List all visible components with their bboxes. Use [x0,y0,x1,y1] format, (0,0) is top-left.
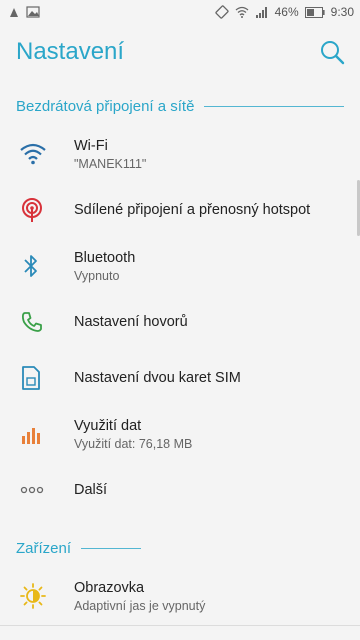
bluetooth-icon [20,253,52,279]
settings-item-dual-sim[interactable]: Nastavení dvou karet SIM [0,350,360,406]
item-summary: Vypnuto [74,268,120,283]
search-icon [321,41,345,65]
wifi-status-icon [235,6,249,18]
item-label: Bluetooth [74,249,136,266]
battery-icon [304,6,325,18]
item-label: Obrazovka [74,579,145,596]
divider [204,105,344,107]
page-title: Nastavení [16,38,125,65]
status-bar: 46% 9:30 [0,0,360,24]
section-title: Zařízení [16,539,72,557]
item-label: Využití dat [74,417,142,434]
section-title: Bezdrátová připojení a sítě [16,97,195,115]
settings-item-bluetooth[interactable]: Bluetooth Vypnuto [0,238,360,294]
divider [81,547,142,549]
item-label: Další [74,482,108,498]
phone-icon [20,310,52,334]
settings-item-more[interactable]: Další [0,462,360,518]
item-summary: Využití dat: 76,18 MB [74,436,193,451]
image-icon [26,6,40,18]
notification-icon [10,8,18,17]
data-usage-icon [20,423,52,445]
clock: 9:30 [330,5,354,19]
item-label: Nastavení hovorů [74,314,188,330]
settings-item-data-usage[interactable]: Využití dat Využití dat: 76,18 MB [0,406,360,462]
battery-percent: 46% [274,5,299,19]
item-summary: Adaptivní jas je vypnutý [74,598,206,613]
item-label: Nastavení dvou karet SIM [74,370,241,386]
display-icon [20,583,52,609]
section-header-wireless: Bezdrátová připojení a sítě [0,86,360,126]
settings-item-wifi[interactable]: Wi-Fi "MANEK111" [0,126,360,182]
status-left [8,6,40,18]
status-right: 46% 9:30 [215,5,354,19]
signal-icon [255,7,267,18]
settings-item-display[interactable]: Obrazovka Adaptivní jas je vypnutý [0,568,360,624]
more-icon [20,486,52,494]
search-button[interactable] [316,36,348,68]
item-label: Wi-Fi [74,137,108,154]
sim-card-icon [20,365,52,391]
section-header-device: Zařízení [0,528,360,568]
vibrate-icon [215,5,229,19]
app-bar: Nastavení [0,24,360,80]
settings-item-calls[interactable]: Nastavení hovorů [0,294,360,350]
item-summary: "MANEK111" [74,156,147,171]
item-label: Sdílené připojení a přenosný hotspot [74,202,311,218]
divider [0,625,360,626]
wifi-icon [20,143,52,165]
settings-item-hotspot[interactable]: Sdílené připojení a přenosný hotspot [0,182,360,238]
hotspot-icon [20,197,52,223]
